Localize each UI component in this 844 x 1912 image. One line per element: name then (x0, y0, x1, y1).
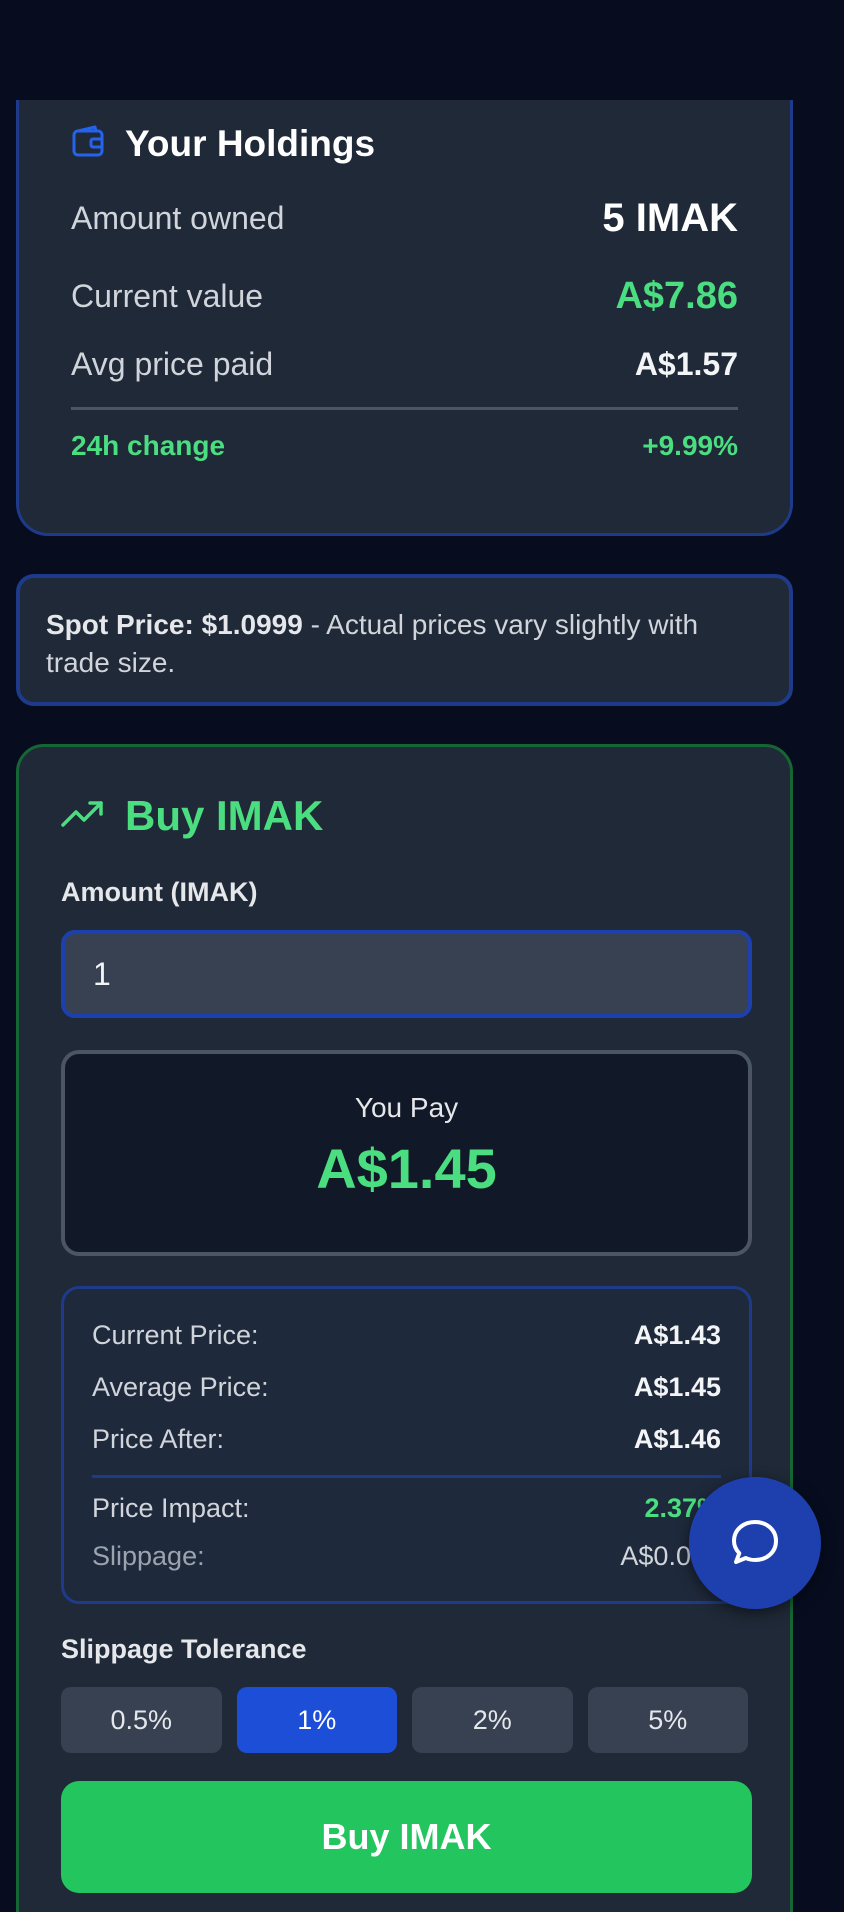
current-price-value: A$1.43 (633, 1319, 721, 1350)
amount-owned-label: Amount owned (71, 200, 285, 236)
wallet-icon (71, 125, 105, 164)
slippage-tolerance-label: Slippage Tolerance (61, 1634, 307, 1664)
holdings-title: Your Holdings (125, 123, 376, 164)
price-after-value: A$1.46 (633, 1423, 721, 1454)
trade-page: Your Holdings Amount owned 5 IMAK Curren… (0, 0, 844, 1912)
chat-button[interactable] (689, 1477, 821, 1609)
tolerance-option-2[interactable]: 2% (412, 1687, 573, 1753)
trending-up-icon (61, 799, 105, 834)
avg-price-label: Avg price paid (71, 346, 274, 382)
current-value-label: Current value (71, 278, 264, 314)
current-price-row: Current Price: A$1.43 (92, 1309, 721, 1361)
holdings-card: Your Holdings Amount owned 5 IMAK Curren… (16, 100, 793, 536)
tolerance-option-1[interactable]: 1% (236, 1687, 397, 1753)
buy-title: Buy IMAK (125, 792, 324, 839)
price-details: Current Price: A$1.43 Average Price: A$1… (61, 1286, 752, 1604)
holdings-header: Your Holdings (71, 122, 738, 166)
current-price-label: Current Price: (92, 1319, 259, 1350)
average-price-label: Average Price: (92, 1371, 269, 1402)
you-pay-value: A$1.45 (316, 1137, 497, 1200)
slippage-row: Slippage: A$0.016 (92, 1534, 721, 1578)
slippage-label: Slippage: (92, 1540, 205, 1571)
you-pay-label: You Pay (354, 1092, 459, 1123)
price-impact-label: Price Impact: (92, 1492, 250, 1523)
buy-header: Buy IMAK (61, 791, 748, 841)
change-value: +9.99% (642, 430, 738, 461)
you-pay-box: You Pay A$1.45 (61, 1050, 752, 1256)
change-label: 24h change (71, 430, 226, 461)
chat-bubble-icon (727, 1514, 783, 1573)
price-impact-row: Price Impact: 2.37% (92, 1482, 721, 1534)
amount-owned-row: Amount owned 5 IMAK (71, 196, 738, 241)
price-after-label: Price After: (92, 1423, 225, 1454)
spot-price-notice: Spot Price: $1.0999 - Actual prices vary… (16, 574, 793, 706)
average-price-row: Average Price: A$1.45 (92, 1361, 721, 1413)
holdings-divider (71, 407, 738, 410)
change-row: 24h change +9.99% (71, 430, 738, 462)
amount-input[interactable] (61, 930, 752, 1018)
slippage-tolerance-options: 0.5% 1% 2% 5% (61, 1687, 748, 1753)
tolerance-option-5[interactable]: 5% (587, 1687, 748, 1753)
avg-price-value: A$1.57 (634, 346, 738, 382)
spot-price-label: Spot Price: $1.0999 (46, 609, 303, 640)
current-value: A$7.86 (615, 275, 738, 317)
amount-label: Amount (IMAK) (61, 877, 258, 907)
current-value-row: Current value A$7.86 (71, 275, 738, 318)
buy-card: Buy IMAK Amount (IMAK) You Pay A$1.45 Cu… (16, 744, 793, 1912)
price-after-row: Price After: A$1.46 (92, 1413, 721, 1465)
buy-button[interactable]: Buy IMAK (61, 1781, 752, 1893)
amount-owned-value: 5 IMAK (602, 196, 738, 240)
details-divider (92, 1475, 721, 1478)
avg-price-row: Avg price paid A$1.57 (71, 346, 738, 383)
tolerance-option-0-5[interactable]: 0.5% (61, 1687, 222, 1753)
average-price-value: A$1.45 (633, 1371, 721, 1402)
